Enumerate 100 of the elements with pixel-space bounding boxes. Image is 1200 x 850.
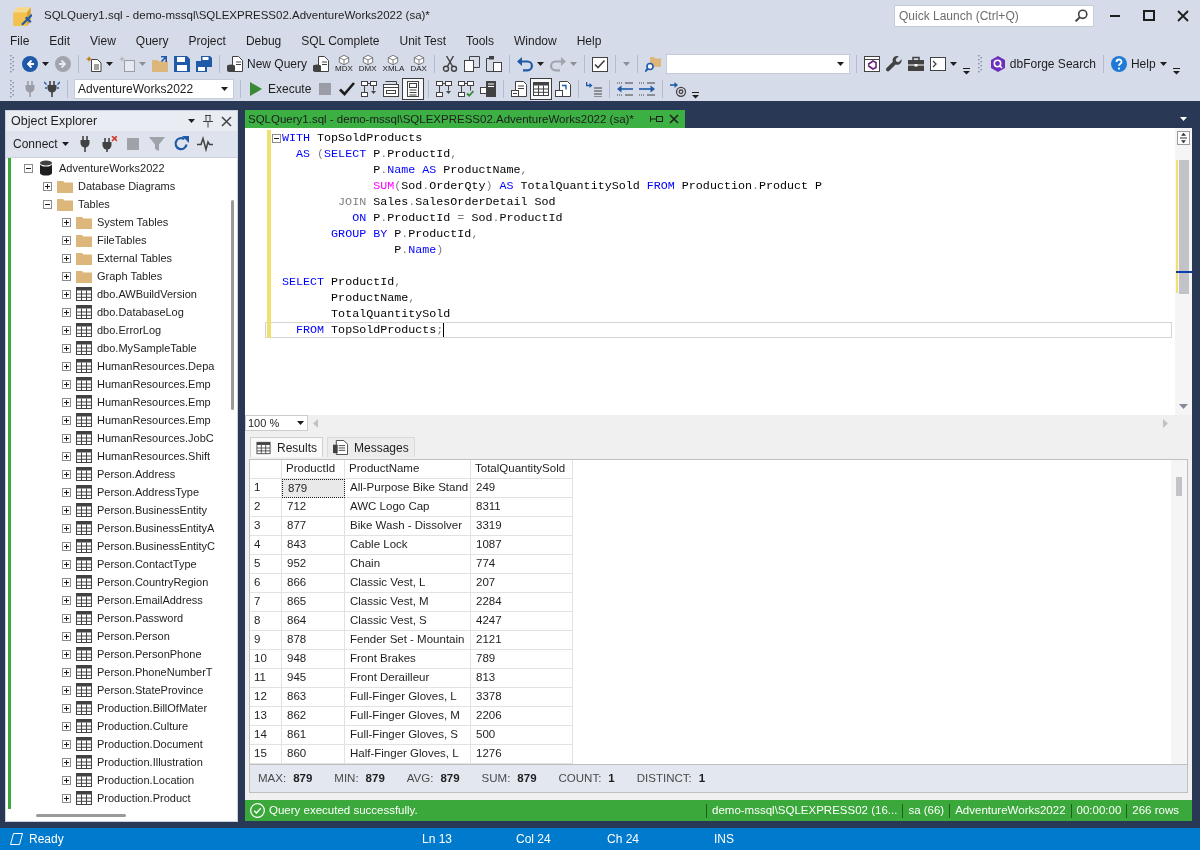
tree-item[interactable]: External Tables [97, 250, 172, 266]
save-all-button[interactable] [193, 53, 215, 75]
tree-item[interactable]: Production.Document [97, 736, 203, 752]
tree-item[interactable]: Person.BusinessEntityC [97, 538, 215, 554]
grip-icon[interactable] [10, 80, 14, 98]
tree-item[interactable]: Production.Culture [97, 718, 189, 734]
database-dropdown[interactable]: AdventureWorks2022 [74, 79, 234, 99]
overflow-icon[interactable] [1172, 68, 1180, 75]
tree-item[interactable]: FileTables [97, 232, 147, 248]
dropdown-field[interactable] [665, 54, 850, 74]
tree-item[interactable]: dbo.ErrorLog [97, 322, 162, 338]
tree-item[interactable]: Person.PersonPhone [97, 646, 202, 662]
overflow-icon[interactable] [692, 92, 700, 99]
plus-box-icon[interactable] [62, 379, 71, 389]
close-icon[interactable] [668, 114, 679, 124]
tree-item[interactable]: dbo.MySampleTable [97, 340, 197, 356]
open-folder-button[interactable] [149, 53, 171, 75]
dbforge-search-button[interactable]: dbForge Search [986, 53, 1099, 75]
menu-item[interactable]: SQL Complete [291, 32, 390, 50]
execute-button[interactable]: Execute [245, 78, 315, 100]
tree-item[interactable]: HumanResources.Shift [97, 448, 211, 464]
plus-box-icon[interactable] [62, 415, 71, 425]
plus-box-icon[interactable] [62, 685, 71, 695]
plus-box-icon[interactable] [62, 739, 71, 749]
minus-box-icon[interactable] [272, 133, 281, 143]
minus-box-icon[interactable] [43, 199, 52, 209]
cube-button[interactable]: DAX [407, 53, 430, 75]
plus-box-icon[interactable] [62, 217, 71, 227]
grid-button[interactable] [530, 78, 553, 100]
menu-item[interactable]: File [0, 32, 40, 50]
plus-box-icon[interactable] [62, 631, 71, 641]
menu-item[interactable]: Help [566, 32, 612, 50]
pin-icon[interactable] [203, 114, 213, 128]
close-icon[interactable] [221, 115, 232, 127]
quick-launch-field[interactable]: Quick Launch (Ctrl+Q) [894, 4, 1094, 27]
plus-box-icon[interactable] [62, 271, 71, 281]
plus-box-icon[interactable] [62, 649, 71, 659]
minus-box-icon[interactable] [24, 163, 33, 173]
pin-icon[interactable] [649, 114, 663, 124]
tree-item[interactable]: Production.BillOfMater [97, 700, 208, 716]
tree-item[interactable]: Person.BusinessEntityA [97, 520, 215, 536]
scrollbar-thumb[interactable] [1176, 477, 1182, 496]
plus-box-icon[interactable] [62, 307, 71, 317]
cube-button[interactable]: DMX [355, 53, 380, 75]
tree-item[interactable]: Production.Location [97, 772, 195, 788]
tree-item[interactable]: HumanResources.Depa [97, 358, 215, 374]
plus-box-icon[interactable] [62, 577, 71, 587]
menu-item[interactable]: Unit Test [389, 32, 456, 50]
plus-box-icon[interactable] [62, 253, 71, 263]
tab[interactable]: Results [250, 437, 323, 457]
tree-item[interactable]: dbo.DatabaseLog [97, 304, 184, 320]
tree-item[interactable]: Person.PhoneNumberT [97, 664, 213, 680]
plus-box-icon[interactable] [62, 703, 71, 713]
plus-box-icon[interactable] [62, 667, 71, 677]
tree-item[interactable]: Tables [78, 196, 110, 212]
plus-box-icon[interactable] [43, 181, 52, 191]
tree-item[interactable]: Person.CountryRegion [97, 574, 209, 590]
tree-item[interactable]: Production.Product [97, 790, 191, 806]
tree-item[interactable]: Person.Person [97, 628, 170, 644]
tree-item[interactable]: HumanResources.Emp [97, 376, 211, 392]
help-button[interactable]: Help [1107, 53, 1170, 75]
plus-box-icon[interactable] [62, 757, 71, 767]
tree-item[interactable]: Person.ContactType [97, 556, 197, 572]
plus-box-icon[interactable] [62, 505, 71, 515]
tree-item[interactable]: Production.Illustration [97, 754, 203, 770]
tree-item[interactable]: Person.Address [97, 466, 176, 482]
plus-box-icon[interactable] [62, 559, 71, 569]
scrollbar-thumb[interactable] [1179, 160, 1189, 294]
save-button[interactable] [171, 53, 193, 75]
plus-box-icon[interactable] [62, 325, 71, 335]
plus-box-icon[interactable] [62, 613, 71, 623]
tree-item[interactable]: HumanResources.Emp [97, 412, 211, 428]
plus-box-icon[interactable] [62, 721, 71, 731]
menu-item[interactable]: Query [125, 32, 179, 50]
plus-box-icon[interactable] [62, 541, 71, 551]
column-header[interactable]: ProductName [349, 460, 420, 478]
menu-item[interactable]: Debug [235, 32, 292, 50]
column-header[interactable]: TotalQuantitySold [475, 460, 566, 478]
tree-item[interactable]: HumanResources.JobC [97, 430, 214, 446]
back-button[interactable] [19, 53, 52, 75]
new-query-button[interactable]: New Query [224, 53, 311, 75]
plus-box-icon[interactable] [62, 487, 71, 497]
plus-box-icon[interactable] [62, 343, 71, 353]
scroll-down-icon[interactable] [1179, 404, 1188, 409]
menu-item[interactable]: Tools [456, 32, 504, 50]
tree-item[interactable]: System Tables [97, 214, 169, 230]
column-header[interactable]: ProductId [286, 460, 336, 478]
plus-box-icon[interactable] [62, 451, 71, 461]
plus-box-icon[interactable] [62, 397, 71, 407]
tree-item[interactable]: Database Diagrams [78, 178, 176, 194]
menu-item[interactable]: Window [504, 32, 567, 50]
grip-icon[interactable] [977, 55, 982, 73]
form-button[interactable] [402, 78, 425, 100]
tree-item[interactable]: Person.AddressType [97, 484, 200, 500]
caret-icon[interactable] [188, 119, 195, 123]
plus-box-icon[interactable] [62, 775, 71, 785]
menu-item[interactable]: View [80, 32, 126, 50]
cube-button[interactable]: XMLA [379, 53, 408, 75]
document-tab[interactable]: SQLQuery1.sql - demo-mssql\SQLEXPRESS02.AdventureWorks2022 (sa)* [245, 110, 685, 128]
plus-box-icon[interactable] [62, 523, 71, 533]
